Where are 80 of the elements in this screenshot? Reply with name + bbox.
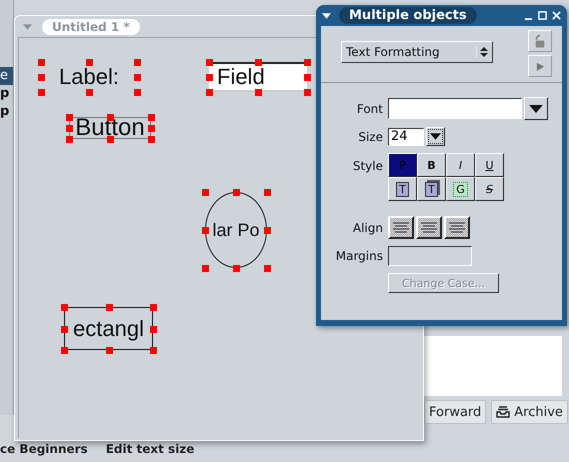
selection-handle[interactable]: [61, 326, 68, 332]
play-icon: [536, 62, 544, 70]
selection-handle[interactable]: [38, 59, 45, 66]
selection-handle[interactable]: [304, 74, 311, 81]
style-toggle[interactable]: T: [417, 177, 446, 201]
section-dropdown[interactable]: Text Formatting: [341, 41, 493, 63]
font-label: Font: [356, 102, 383, 116]
margins-field[interactable]: [388, 246, 472, 266]
align-toggle[interactable]: [444, 216, 470, 239]
button-object[interactable]: Button: [69, 117, 151, 139]
align-toggle[interactable]: [388, 216, 414, 239]
close-icon[interactable]: [552, 11, 561, 20]
lock-icon: [534, 34, 546, 48]
align-icon: [447, 220, 467, 234]
selection-handle[interactable]: [206, 74, 213, 81]
size-label: Size: [357, 130, 383, 144]
selection-handle[interactable]: [233, 265, 240, 272]
margins-label: Margins: [334, 249, 383, 263]
selection-handle[interactable]: [264, 265, 271, 272]
list-row[interactable]: e: [0, 67, 13, 85]
selection-handle[interactable]: [134, 74, 141, 81]
list-row[interactable]: p: [0, 103, 13, 121]
caret-icon: [529, 104, 543, 112]
window-title: Untitled 1 *: [42, 18, 140, 34]
selection-handle[interactable]: [304, 59, 311, 66]
align-toggle[interactable]: [416, 216, 442, 239]
caret-icon: [430, 133, 441, 140]
style-label: Style: [352, 158, 383, 173]
selection-handle[interactable]: [38, 89, 45, 96]
status-text: Edit text size: [106, 442, 194, 457]
style-toggle[interactable]: I: [446, 153, 475, 177]
play-button[interactable]: [528, 55, 552, 77]
selection-handle[interactable]: [106, 304, 112, 311]
selection-handle[interactable]: [86, 89, 93, 96]
text-field[interactable]: Field: [209, 62, 307, 92]
selection-handle[interactable]: [264, 189, 271, 196]
selection-handle[interactable]: [134, 59, 141, 66]
style-toggle[interactable]: S: [475, 177, 504, 201]
selection-handle[interactable]: [150, 326, 157, 332]
style-toggle[interactable]: U: [475, 153, 504, 177]
selection-handle[interactable]: [255, 89, 262, 96]
toolbar-button[interactable]: Forward: [424, 400, 486, 424]
align-label: Align: [352, 220, 383, 234]
selection-handle[interactable]: [206, 59, 213, 66]
window-title: Multiple objects: [339, 7, 477, 24]
selection-handle[interactable]: [255, 59, 262, 66]
status-text: ce Beginners: [0, 442, 88, 457]
size-field[interactable]: 24: [388, 128, 424, 146]
style-toggle[interactable]: B: [417, 153, 446, 177]
align-icon: [419, 220, 439, 234]
selection-handle[interactable]: [304, 89, 311, 96]
selection-handle[interactable]: [61, 347, 68, 354]
align-icon: [391, 220, 411, 234]
selection-handle[interactable]: [264, 227, 271, 234]
dropdown-button[interactable]: [426, 127, 445, 146]
style-toggle[interactable]: G: [446, 177, 475, 201]
toolbar-button[interactable]: Archive: [491, 400, 568, 424]
selection-handle[interactable]: [106, 347, 112, 354]
font-field[interactable]: [388, 98, 522, 119]
list-row[interactable]: p: [0, 85, 13, 103]
style-toggle[interactable]: T: [388, 177, 417, 201]
selection-handle[interactable]: [202, 265, 209, 272]
selection-handle[interactable]: [202, 227, 209, 234]
spinner-icon: [476, 45, 488, 59]
selection-handle[interactable]: [150, 304, 157, 311]
selection-handle[interactable]: [61, 304, 68, 311]
selection-handle[interactable]: [233, 189, 240, 196]
selection-handle[interactable]: [202, 189, 209, 196]
dropdown-button[interactable]: [524, 97, 548, 120]
selection-handle[interactable]: [206, 89, 213, 96]
selection-handle[interactable]: [107, 136, 114, 143]
selection-handle[interactable]: [38, 74, 45, 81]
lock-button[interactable]: [528, 30, 552, 52]
selection-handle[interactable]: [134, 89, 141, 96]
maximize-icon[interactable]: [538, 11, 547, 20]
selection-handle[interactable]: [150, 347, 157, 354]
archive-icon: [496, 406, 510, 418]
menu-icon[interactable]: [322, 12, 331, 18]
text-label[interactable]: Label:: [41, 62, 137, 92]
selection-handle[interactable]: [86, 59, 93, 66]
